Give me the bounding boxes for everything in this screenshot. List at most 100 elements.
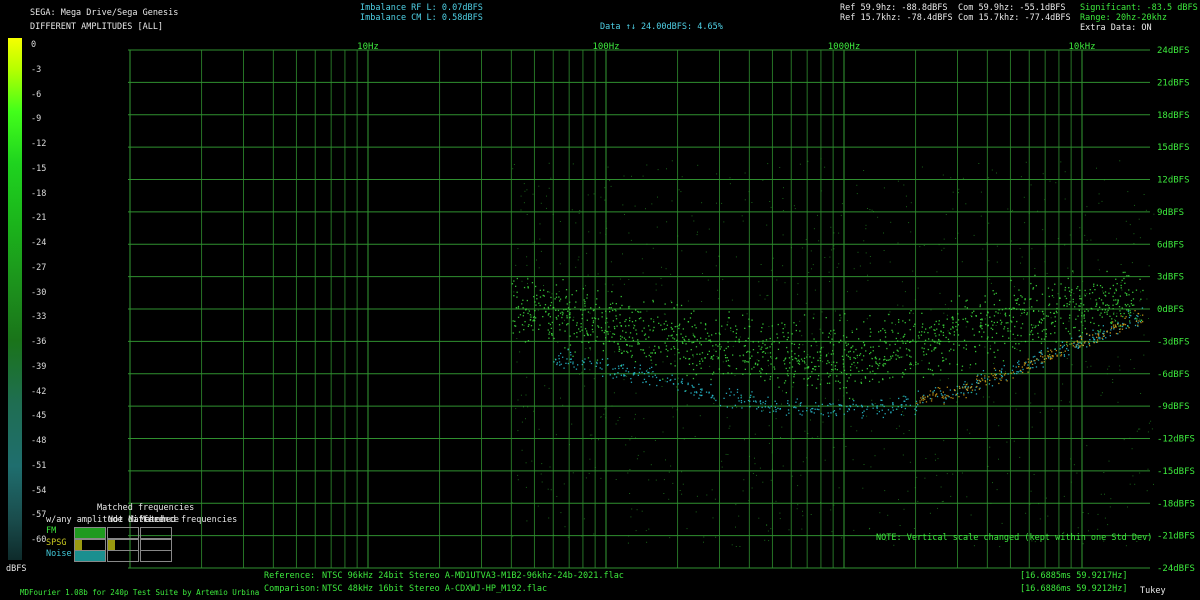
data-point-fm: [847, 355, 849, 358]
data-point-sparse: [540, 473, 542, 475]
data-point-sparse: [829, 256, 831, 258]
data-point-noise: [798, 409, 800, 412]
data-point-fm: [1128, 312, 1130, 314]
data-point-fm: [953, 343, 955, 345]
data-point-fm: [550, 296, 552, 299]
data-point-sparse: [780, 437, 781, 438]
data-point-sparse: [593, 378, 595, 380]
data-point-fm: [799, 330, 801, 332]
data-point-fm: [933, 329, 935, 331]
data-point-noise: [570, 358, 572, 360]
data-point-fm: [935, 320, 937, 323]
data-point-fm: [884, 336, 887, 338]
data-point-spsg: [931, 398, 933, 400]
data-point-spsg: [1112, 324, 1115, 326]
data-point-spsg: [1079, 345, 1081, 347]
data-point-noise: [637, 374, 639, 376]
data-point-fm: [704, 357, 706, 359]
data-point-fm: [993, 304, 995, 306]
data-point-spsg: [1042, 356, 1044, 358]
data-point-fm: [579, 330, 581, 333]
data-point-spsg: [1088, 334, 1091, 336]
data-point-sparse: [581, 371, 583, 373]
data-point-fm: [569, 312, 571, 314]
data-point-sparse: [1058, 243, 1060, 245]
data-point-fm: [744, 327, 746, 329]
data-point-fm: [1032, 338, 1034, 341]
data-point-sparse: [521, 421, 523, 423]
data-point-noise: [934, 387, 937, 389]
data-point-sparse: [782, 234, 784, 236]
data-point-sparse: [583, 518, 585, 520]
data-point-noise: [641, 371, 643, 373]
data-point-sparse: [946, 314, 948, 316]
data-point-fm: [631, 311, 633, 313]
data-point-sparse: [1150, 420, 1152, 422]
data-point-fm: [803, 350, 805, 353]
data-point-fm: [1101, 309, 1104, 311]
data-point-sparse: [630, 239, 632, 241]
data-point-fm: [569, 335, 571, 337]
data-point-fm: [547, 308, 550, 310]
data-point-spsg: [1140, 321, 1142, 324]
data-point-fm: [1117, 300, 1119, 302]
data-point-fm: [1018, 304, 1020, 306]
data-point-noise: [655, 376, 658, 379]
data-point-fm: [871, 365, 873, 367]
data-point-sparse: [744, 439, 745, 441]
data-point-fm: [535, 304, 537, 306]
data-point-sparse: [679, 490, 681, 491]
data-point-sparse: [965, 326, 967, 328]
data-point-sparse: [784, 282, 786, 284]
data-point-fm: [862, 341, 865, 344]
data-point-noise: [892, 402, 894, 404]
data-point-noise: [876, 407, 878, 409]
data-point-fm: [1112, 304, 1114, 306]
data-point-fm: [637, 339, 639, 341]
data-point-fm: [576, 332, 578, 334]
data-point-sparse: [600, 416, 602, 418]
data-point-sparse: [847, 291, 848, 293]
data-point-noise: [788, 404, 790, 406]
legend-swatch-fill: [75, 539, 82, 550]
data-point-fm: [687, 321, 690, 323]
data-point-fm: [787, 336, 789, 339]
data-point-noise: [878, 410, 880, 413]
data-point-noise: [1105, 337, 1107, 339]
data-point-sparse: [549, 291, 551, 293]
data-point-sparse: [1103, 472, 1105, 473]
data-point-fm: [933, 349, 935, 351]
data-point-fm: [567, 323, 569, 325]
data-point-fm: [569, 308, 571, 311]
data-point-noise: [567, 362, 569, 365]
data-point-sparse: [685, 390, 687, 392]
colorbar-tick: -36: [31, 337, 47, 347]
data-point-fm: [963, 347, 965, 349]
data-point-spsg: [963, 394, 965, 396]
data-point-fm: [850, 374, 852, 376]
data-point-fm: [527, 312, 529, 314]
data-point-sparse: [613, 392, 615, 394]
data-point-fm: [1066, 303, 1068, 305]
data-point-fm: [665, 345, 668, 347]
data-point-noise: [994, 378, 996, 381]
data-point-noise: [573, 366, 575, 368]
data-point-fm: [765, 373, 768, 375]
data-point-fm: [762, 356, 764, 358]
data-point-noise: [806, 407, 808, 409]
data-point-noise: [861, 412, 864, 414]
data-point-fm: [1004, 342, 1006, 345]
data-point-sparse: [937, 507, 938, 509]
y-tick-label: 9dBFS: [1157, 208, 1184, 218]
data-point-sparse: [662, 361, 664, 363]
data-point-fm: [1079, 305, 1081, 307]
data-point-fm: [950, 300, 953, 302]
data-point-fm: [567, 307, 570, 309]
data-point-sparse: [1108, 460, 1110, 462]
data-point-fm: [1115, 288, 1117, 290]
data-point-sparse: [681, 250, 683, 252]
data-point-fm: [1017, 334, 1019, 336]
data-point-noise: [787, 409, 790, 411]
data-point-fm: [817, 378, 819, 380]
data-point-fm: [1129, 312, 1132, 314]
